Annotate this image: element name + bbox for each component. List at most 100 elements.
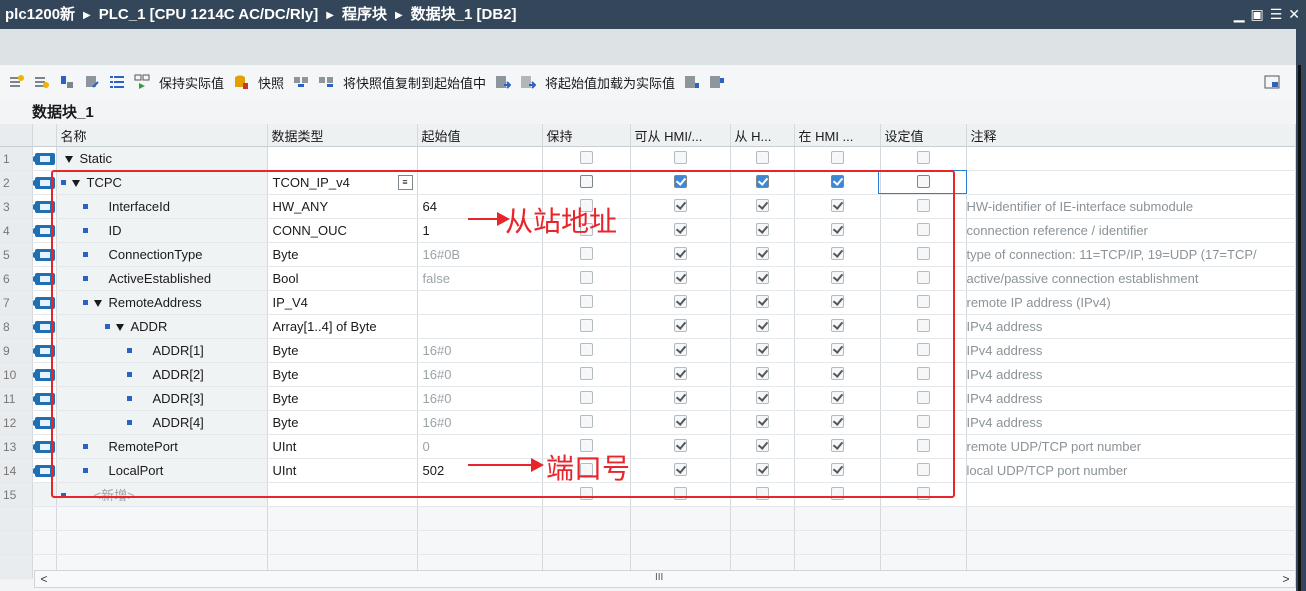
table-row[interactable]: 2 TCPC TCON_IP_v4 ≡ — [0, 170, 1296, 195]
h2-checkbox[interactable] — [755, 150, 769, 164]
table-row[interactable]: 14 LocalPort UInt 502 local UDP/TCP port num… — [0, 458, 1296, 483]
start-value-cell[interactable]: 16#0 — [417, 386, 543, 411]
h1-checkbox[interactable] — [673, 222, 687, 236]
h2-checkbox[interactable] — [755, 414, 769, 428]
retain-checkbox[interactable] — [579, 414, 593, 428]
h1-checkbox[interactable] — [673, 414, 687, 428]
monitor-icon[interactable] — [134, 74, 150, 90]
h3-checkbox[interactable] — [830, 246, 844, 260]
expand-arrow-icon[interactable] — [64, 156, 73, 163]
table-row[interactable]: 7 RemoteAddress IP_V4 remote IP address (IP… — [0, 290, 1296, 315]
table-row[interactable]: 9 ADDR[1] Byte 16#0 IPv4 address — [0, 338, 1296, 363]
start-value-cell[interactable]: 0 — [417, 434, 543, 459]
h2-checkbox[interactable] — [755, 318, 769, 332]
data-type-cell[interactable]: Byte — [267, 410, 418, 435]
start-value-cell[interactable] — [417, 314, 543, 339]
comment-cell[interactable] — [966, 482, 1296, 507]
data-type-cell[interactable]: Bool — [267, 266, 418, 291]
h1-checkbox[interactable] — [673, 462, 687, 476]
retain-checkbox[interactable] — [579, 150, 593, 164]
comment-cell[interactable] — [966, 170, 1296, 195]
retain-checkbox[interactable] — [579, 342, 593, 356]
table-row[interactable]: 8 ADDR Array[1..4] of Byte IPv4 address — [0, 314, 1296, 339]
sp-checkbox[interactable] — [916, 486, 930, 500]
data-type-cell[interactable]: IP_V4 — [267, 290, 418, 315]
data-type-cell[interactable]: Byte — [267, 362, 418, 387]
data-type-cell[interactable]: UInt — [267, 434, 418, 459]
snapshot-compare-icon[interactable] — [318, 74, 334, 90]
h1-checkbox[interactable] — [673, 270, 687, 284]
header-retain[interactable]: 保持 — [542, 124, 631, 147]
h2-checkbox[interactable] — [755, 222, 769, 236]
keep-actual-values-button[interactable]: 保持实际值 — [159, 73, 224, 92]
header-data-type[interactable]: 数据类型 — [267, 124, 418, 147]
sp-checkbox[interactable] — [916, 294, 930, 308]
header-name[interactable]: 名称 — [56, 124, 268, 147]
start-value-cell[interactable] — [417, 146, 543, 171]
retain-checkbox[interactable] — [579, 486, 593, 500]
h1-checkbox[interactable] — [673, 390, 687, 404]
h3-checkbox[interactable] — [830, 390, 844, 404]
h3-checkbox[interactable] — [830, 462, 844, 476]
h3-checkbox[interactable] — [830, 414, 844, 428]
snapshot-database-icon[interactable] — [233, 74, 249, 90]
comment-cell[interactable]: active/passive connection establishment — [966, 266, 1296, 291]
upload-values-icon[interactable] — [709, 74, 725, 90]
collapse-all-icon[interactable] — [84, 74, 100, 90]
comment-cell[interactable]: IPv4 address — [966, 362, 1296, 387]
h3-checkbox[interactable] — [830, 366, 844, 380]
insert-row-icon[interactable] — [9, 74, 25, 90]
start-value-cell[interactable] — [417, 290, 543, 315]
data-type-cell[interactable]: CONN_OUC — [267, 218, 418, 243]
split-view-icon[interactable] — [1264, 74, 1280, 90]
sp-checkbox[interactable] — [916, 414, 930, 428]
start-value-cell[interactable]: 16#0 — [417, 362, 543, 387]
start-value-cell[interactable]: 16#0 — [417, 338, 543, 363]
comment-cell[interactable]: type of connection: 11=TCP/IP, 19=UDP (1… — [966, 242, 1296, 267]
add-row-icon[interactable] — [34, 74, 50, 90]
data-type-cell[interactable]: Byte — [267, 386, 418, 411]
h2-checkbox[interactable] — [755, 270, 769, 284]
comment-cell[interactable]: IPv4 address — [966, 314, 1296, 339]
header-start-value[interactable]: 起始值 — [417, 124, 543, 147]
h3-checkbox[interactable] — [830, 150, 844, 164]
h2-checkbox[interactable] — [755, 438, 769, 452]
load-start-as-actual-button[interactable]: 将起始值加载为实际值 — [545, 73, 675, 92]
retain-checkbox[interactable] — [579, 390, 593, 404]
retain-checkbox[interactable] — [579, 318, 593, 332]
h2-checkbox[interactable] — [755, 174, 769, 188]
sp-checkbox[interactable] — [916, 222, 930, 236]
start-value-cell[interactable]: false — [417, 266, 543, 291]
scroll-right-icon[interactable]: > — [1278, 572, 1294, 586]
sp-checkbox[interactable] — [916, 390, 930, 404]
table-row[interactable]: 12 ADDR[4] Byte 16#0 IPv4 address — [0, 410, 1296, 435]
h3-checkbox[interactable] — [830, 294, 844, 308]
retain-checkbox[interactable] — [579, 174, 593, 188]
start-value-cell[interactable]: 16#0 — [417, 410, 543, 435]
data-type-cell[interactable] — [267, 482, 418, 507]
sp-checkbox[interactable] — [916, 198, 930, 212]
maximize-icon[interactable]: ☰ — [1270, 0, 1283, 29]
comment-cell[interactable]: IPv4 address — [966, 338, 1296, 363]
h2-checkbox[interactable] — [755, 246, 769, 260]
expand-arrow-icon[interactable] — [93, 300, 102, 307]
retain-checkbox[interactable] — [579, 246, 593, 260]
expand-arrow-icon[interactable] — [71, 180, 80, 187]
header-setpoint[interactable]: 设定值 — [880, 124, 967, 147]
table-row[interactable]: 4 ID CONN_OUC 1 connection reference / ident… — [0, 218, 1296, 243]
comment-cell[interactable]: connection reference / identifier — [966, 218, 1296, 243]
data-type-cell[interactable]: TCON_IP_v4 ≡ — [267, 170, 418, 195]
sp-checkbox[interactable] — [916, 150, 930, 164]
h3-checkbox[interactable] — [830, 342, 844, 356]
start-value-cell[interactable] — [417, 170, 543, 195]
h1-checkbox[interactable] — [673, 150, 687, 164]
table-row[interactable]: 11 ADDR[3] Byte 16#0 IPv4 address — [0, 386, 1296, 411]
h2-checkbox[interactable] — [755, 198, 769, 212]
comment-cell[interactable] — [966, 146, 1296, 171]
h2-checkbox[interactable] — [755, 486, 769, 500]
h1-checkbox[interactable] — [673, 174, 687, 188]
comment-cell[interactable]: IPv4 address — [966, 386, 1296, 411]
retain-checkbox[interactable] — [579, 294, 593, 308]
scroll-left-icon[interactable]: < — [36, 572, 52, 586]
h1-checkbox[interactable] — [673, 246, 687, 260]
